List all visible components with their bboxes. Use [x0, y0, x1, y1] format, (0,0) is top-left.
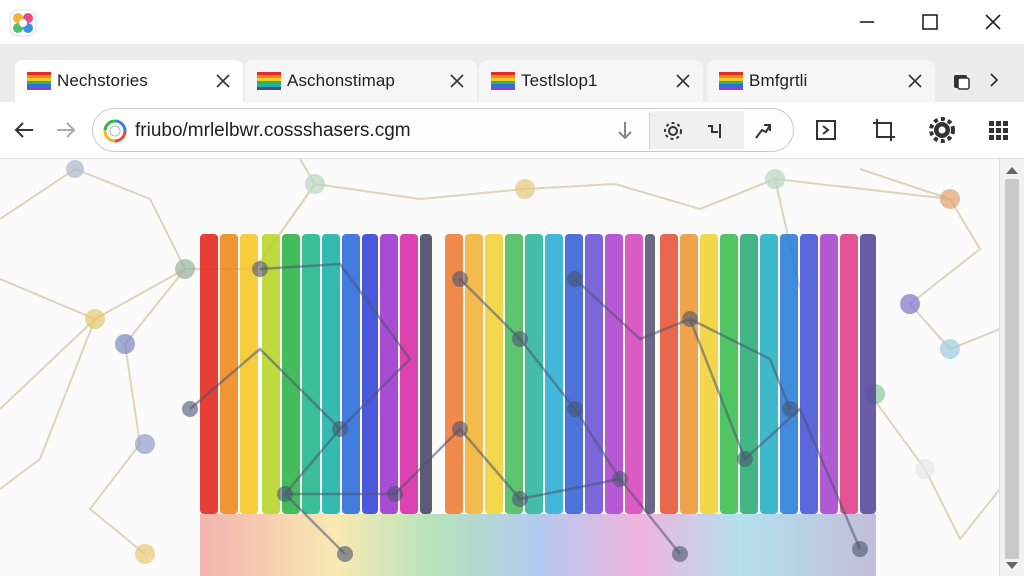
url-text[interactable]: friubo/mrlelbwr.cossshasers.cgm — [135, 120, 411, 142]
back-arrow-icon — [14, 122, 33, 138]
share-button[interactable] — [747, 115, 779, 147]
minimize-icon — [860, 21, 874, 23]
app-logo-icon — [9, 9, 37, 37]
close-icon — [985, 14, 1001, 30]
scroll-down-arrow-icon[interactable] — [1006, 562, 1018, 569]
download-button[interactable] — [609, 115, 641, 147]
rainbow-reflection — [200, 514, 876, 576]
scroll-tabs-right-button[interactable] — [980, 66, 1008, 94]
tab-strip: Nechstories Aschonstimap Testlslop1 Bmfg… — [0, 44, 1024, 102]
rainbow-favicon-icon — [257, 72, 281, 90]
chevron-right-icon — [990, 73, 999, 87]
forward-button[interactable] — [50, 114, 82, 146]
close-tab-icon[interactable] — [447, 71, 467, 91]
reader-icon — [816, 120, 836, 140]
apps-menu-button[interactable] — [982, 114, 1014, 146]
tab-label: Nechstories — [57, 71, 148, 90]
scroll-thumb[interactable] — [1005, 179, 1019, 559]
settings-gear-icon — [664, 122, 682, 140]
tab-bmfgrtli[interactable]: Bmfgrtli — [707, 60, 935, 102]
tab-aschonstimap[interactable]: Aschonstimap — [245, 60, 477, 102]
close-window-button[interactable] — [962, 0, 1024, 44]
vertical-scrollbar[interactable] — [999, 159, 1024, 576]
navigation-toolbar: friubo/mrlelbwr.cossshasers.cgm — [0, 102, 1024, 159]
scroll-up-arrow-icon[interactable] — [1006, 167, 1018, 174]
close-tab-icon[interactable] — [213, 71, 233, 91]
extension-icon — [708, 124, 721, 138]
tab-label: Bmfgrtli — [749, 71, 808, 90]
rainbow-stripes — [200, 234, 876, 514]
rainbow-favicon-icon — [27, 72, 51, 90]
extension-button[interactable] — [699, 115, 731, 147]
crop-icon — [873, 119, 895, 141]
apps-grid-icon — [989, 121, 1008, 140]
close-tab-icon[interactable] — [905, 71, 925, 91]
tab-search-button[interactable] — [948, 68, 976, 96]
title-bar — [0, 0, 1024, 44]
tab-label: Aschonstimap — [287, 71, 395, 90]
site-identity-icon — [103, 119, 127, 143]
back-button[interactable] — [8, 114, 40, 146]
tab-nechstories[interactable]: Nechstories — [15, 60, 243, 102]
tab-testlslop1[interactable]: Testlslop1 — [479, 60, 703, 102]
minimize-button[interactable] — [836, 0, 898, 44]
crop-button[interactable] — [868, 114, 900, 146]
rainbow-network-artwork — [0, 159, 1001, 576]
maximize-button[interactable] — [899, 0, 961, 44]
page-content — [0, 159, 1024, 576]
reader-mode-button[interactable] — [810, 114, 842, 146]
share-icon — [755, 124, 771, 139]
settings-icon — [929, 117, 955, 143]
close-tab-icon[interactable] — [673, 71, 693, 91]
forward-arrow-icon — [57, 122, 76, 138]
tab-actions-icon — [954, 75, 970, 90]
rainbow-favicon-icon — [491, 72, 515, 90]
rainbow-favicon-icon — [719, 72, 743, 90]
download-icon — [618, 122, 632, 140]
site-settings-button[interactable] — [657, 115, 689, 147]
maximize-icon — [922, 14, 938, 30]
tab-label: Testlslop1 — [521, 71, 598, 90]
address-bar[interactable]: friubo/mrlelbwr.cossshasers.cgm — [92, 108, 794, 152]
settings-button[interactable] — [926, 114, 958, 146]
